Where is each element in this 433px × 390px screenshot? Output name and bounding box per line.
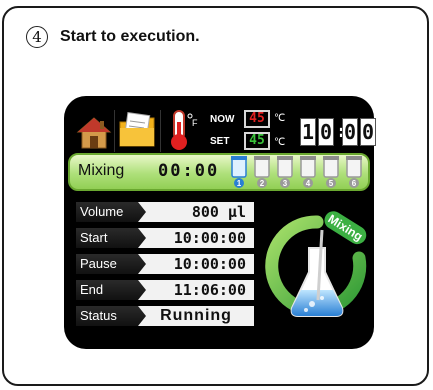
divider (160, 110, 161, 152)
tube-1[interactable]: 1 (231, 156, 247, 188)
temperature-unit: ℃ (274, 113, 286, 124)
clock-separator: : (336, 119, 347, 145)
set-label: SET (210, 136, 230, 147)
tube-6[interactable]: 6 (346, 156, 362, 188)
status-label: Status (76, 306, 146, 326)
volume-value: 800 µl (138, 202, 254, 222)
home-icon[interactable] (76, 116, 112, 150)
now-label: NOW (210, 114, 235, 125)
clock-digit: 0 (318, 118, 334, 146)
clock-display: 1 0 : 0 0 (300, 118, 376, 146)
step-title: Start to execution. (60, 28, 200, 45)
step-number: 4 (26, 26, 48, 48)
end-label: End (76, 280, 146, 300)
tube-number: 6 (352, 179, 357, 188)
tube-number: 5 (329, 179, 334, 188)
tube-number: 4 (306, 179, 311, 188)
pause-time-value: 10:00:00 (138, 254, 254, 274)
start-time-value: 10:00:00 (138, 228, 254, 248)
set-temperature[interactable]: 45 (244, 132, 270, 150)
status-value: Running (138, 306, 254, 326)
memo-icon[interactable] (118, 112, 158, 150)
thermometer-icon: F (171, 110, 198, 150)
tube-selector: 1 2 3 4 5 6 (231, 156, 362, 188)
divider (114, 110, 115, 152)
mixing-timer: 00:00 (158, 161, 220, 181)
clock-digit: 0 (360, 118, 376, 146)
volume-label: Volume (76, 202, 146, 222)
tube-number: 3 (283, 179, 288, 188)
tube-5[interactable]: 5 (323, 156, 339, 188)
flask-icon (290, 229, 344, 317)
clock-digit: 0 (342, 118, 358, 146)
start-label: Start (76, 228, 146, 248)
current-temperature: 45 (244, 110, 270, 128)
mixing-label: Mixing (78, 162, 125, 179)
tube-3[interactable]: 3 (277, 156, 293, 188)
tube-2[interactable]: 2 (254, 156, 270, 188)
pause-label: Pause (76, 254, 146, 274)
tube-number: 2 (260, 179, 265, 188)
clock-digit: 1 (300, 118, 316, 146)
mixing-animation-graphic: Mixing (265, 211, 367, 317)
end-time-value: 11:06:00 (138, 280, 254, 300)
svg-text:F: F (192, 118, 198, 128)
tube-4[interactable]: 4 (300, 156, 316, 188)
temperature-unit: ℃ (274, 137, 286, 148)
tube-number: 1 (237, 179, 242, 188)
